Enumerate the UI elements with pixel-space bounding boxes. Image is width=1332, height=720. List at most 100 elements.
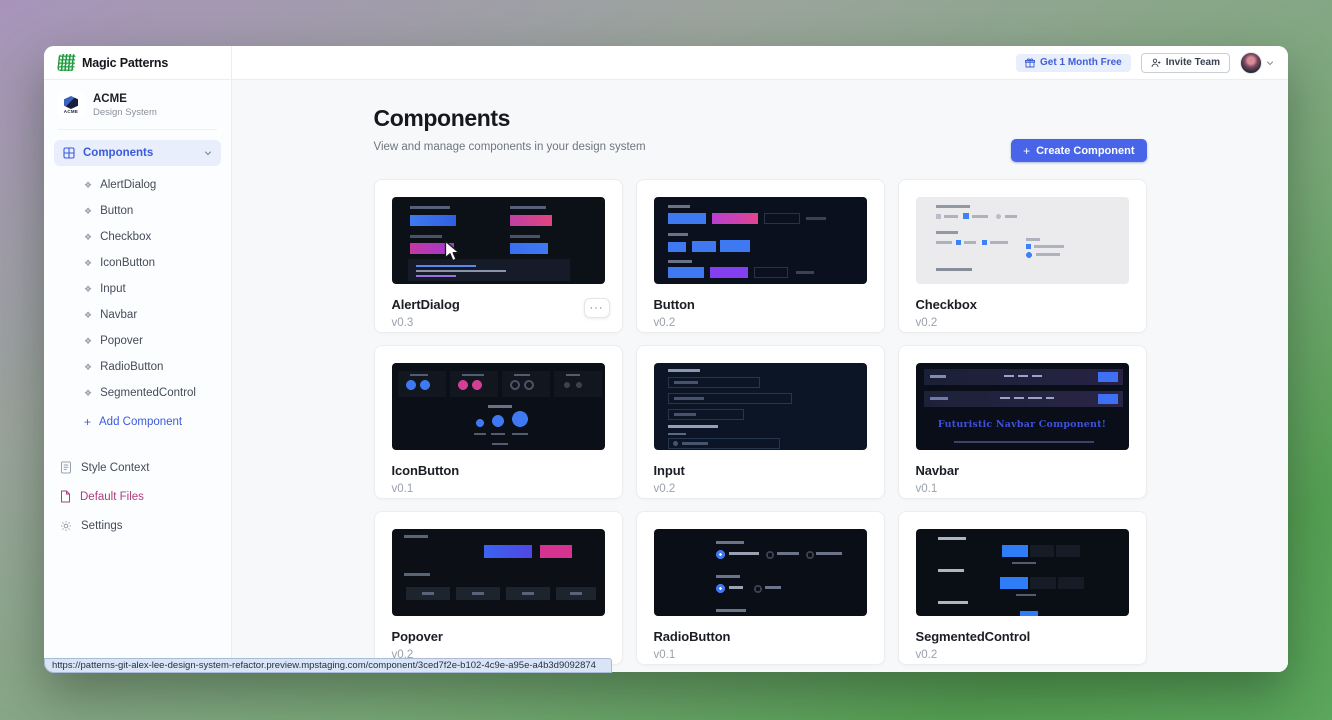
- popover-thumbnail: [392, 529, 605, 616]
- sidebar-item-style-context[interactable]: Style Context: [44, 453, 231, 482]
- invite-team-label: Invite Team: [1166, 57, 1220, 68]
- sidebar-item-segmentedcontrol[interactable]: ❖ SegmentedControl: [44, 380, 231, 406]
- sidebar-divider: [58, 129, 217, 130]
- sidebar-item-alertdialog[interactable]: ❖ AlertDialog: [44, 172, 231, 198]
- component-card-button[interactable]: Button v0.2: [636, 179, 885, 333]
- card-name: Input: [654, 463, 867, 478]
- file-icon: [60, 490, 71, 503]
- card-version: v0.2: [654, 317, 867, 329]
- card-version: v0.2: [916, 649, 1129, 661]
- input-thumbnail: [654, 363, 867, 450]
- gear-icon: [60, 520, 72, 532]
- sidebar-item-label: AlertDialog: [100, 179, 156, 191]
- sidebar-item-input[interactable]: ❖ Input: [44, 276, 231, 302]
- card-name: AlertDialog: [392, 297, 605, 312]
- get-month-free-label: Get 1 Month Free: [1040, 57, 1122, 68]
- component-icon: ❖: [84, 207, 92, 216]
- component-card-alertdialog[interactable]: AlertDialog v0.3 ···: [374, 179, 623, 333]
- card-overflow-menu-button[interactable]: ···: [584, 298, 610, 318]
- workspace-subtitle: Design System: [93, 107, 157, 118]
- button-thumbnail: [654, 197, 867, 284]
- chevron-down-icon: [1266, 59, 1274, 67]
- gift-icon: [1025, 58, 1035, 68]
- sidebar-item-label: Button: [100, 205, 133, 217]
- brand-name: Magic Patterns: [82, 56, 168, 70]
- card-name: Checkbox: [916, 297, 1129, 312]
- create-component-button[interactable]: + Create Component: [1011, 139, 1146, 162]
- acme-cube-icon: [64, 96, 78, 109]
- sidebar-item-components[interactable]: Components: [54, 140, 221, 166]
- component-card-radiobutton[interactable]: RadioButton v0.1: [636, 511, 885, 665]
- magic-patterns-logo-icon: [57, 54, 76, 71]
- sidebar-item-label: Checkbox: [100, 231, 151, 243]
- acme-logo-text: ACME: [64, 109, 78, 114]
- component-icon: ❖: [84, 181, 92, 190]
- sidebar-item-iconbutton[interactable]: ❖IconButton: [44, 250, 231, 276]
- sidebar-item-button[interactable]: ❖ Button: [44, 198, 231, 224]
- add-component-label: Add Component: [99, 416, 182, 428]
- workspace-name: ACME: [93, 93, 157, 105]
- sidebar-item-label: RadioButton: [100, 361, 163, 373]
- sidebar-item-default-files[interactable]: Default Files: [44, 482, 231, 511]
- component-icon: ❖: [84, 233, 92, 242]
- get-month-free-button[interactable]: Get 1 Month Free: [1016, 54, 1131, 72]
- card-name: Button: [654, 297, 867, 312]
- sidebar-item-label: Navbar: [100, 309, 137, 321]
- segmentedcontrol-thumbnail: [916, 529, 1129, 616]
- card-version: v0.1: [392, 483, 605, 495]
- person-plus-icon: [1151, 58, 1161, 68]
- component-icon: ❖: [84, 285, 92, 294]
- component-card-input[interactable]: Input v0.2: [636, 345, 885, 499]
- component-card-segmentedcontrol[interactable]: SegmentedControl v0.2: [898, 511, 1147, 665]
- avatar: [1240, 52, 1262, 74]
- component-card-popover[interactable]: Popover v0.2: [374, 511, 623, 665]
- sidebar-item-radiobutton[interactable]: ❖ RadioButton: [44, 354, 231, 380]
- main-content: Components View and manage components in…: [232, 80, 1288, 672]
- status-url-text: https://patterns-git-alex-lee-design-sys…: [52, 660, 596, 671]
- card-name: RadioButton: [654, 629, 867, 644]
- account-menu[interactable]: [1240, 52, 1274, 74]
- card-version: v0.1: [916, 483, 1129, 495]
- sidebar-components-label: Components: [83, 147, 153, 159]
- document-icon: [60, 461, 72, 474]
- components-grid: AlertDialog v0.3 ··· Button v0.2 Checkbo…: [374, 179, 1147, 665]
- sidebar-item-label: Popover: [100, 335, 143, 347]
- add-component-button[interactable]: + Add Component: [44, 409, 231, 435]
- iconbutton-thumbnail: [392, 363, 605, 450]
- create-component-label: Create Component: [1036, 145, 1134, 157]
- page-title: Components: [374, 105, 1147, 132]
- component-icon: ❖: [84, 389, 92, 398]
- component-icon: ❖: [84, 337, 92, 346]
- top-header: Magic Patterns Get 1 Month Free Invite T…: [44, 46, 1288, 80]
- component-icon: ❖: [84, 311, 92, 320]
- grid-icon: [63, 147, 75, 159]
- sidebar-item-navbar[interactable]: ❖ Navbar: [44, 302, 231, 328]
- header-actions: Get 1 Month Free Invite Team: [1016, 52, 1288, 74]
- checkbox-thumbnail: [916, 197, 1129, 284]
- overflow-icon: ···: [590, 302, 604, 314]
- navbar-thumbnail-text: Futuristic Navbar Component!: [916, 419, 1129, 430]
- card-name: Navbar: [916, 463, 1129, 478]
- acme-logo: ACME: [58, 92, 84, 118]
- card-version: v0.2: [916, 317, 1129, 329]
- component-card-checkbox[interactable]: Checkbox v0.2: [898, 179, 1147, 333]
- sidebar-item-settings[interactable]: Settings: [44, 511, 231, 540]
- settings-label: Settings: [81, 520, 123, 532]
- radiobutton-thumbnail: [654, 529, 867, 616]
- invite-team-button[interactable]: Invite Team: [1141, 53, 1230, 73]
- component-card-iconbutton[interactable]: IconButton v0.1: [374, 345, 623, 499]
- card-version: v0.3: [392, 317, 605, 329]
- sidebar-item-checkbox[interactable]: ❖ Checkbox: [44, 224, 231, 250]
- component-card-navbar[interactable]: Futuristic Navbar Component! Navbar v0.1: [898, 345, 1147, 499]
- plus-icon: +: [84, 416, 91, 428]
- status-url-bar: https://patterns-git-alex-lee-design-sys…: [44, 658, 612, 673]
- workspace-switcher[interactable]: ACME ACME Design System: [44, 80, 231, 129]
- navbar-thumbnail: Futuristic Navbar Component!: [916, 363, 1129, 450]
- sidebar: ACME ACME Design System Components ❖ Aler…: [44, 80, 232, 672]
- component-icon: ❖: [84, 363, 92, 372]
- sidebar-item-popover[interactable]: ❖ Popover: [44, 328, 231, 354]
- sidebar-item-label: Input: [100, 283, 126, 295]
- brand[interactable]: Magic Patterns: [44, 46, 232, 79]
- sidebar-item-label: SegmentedControl: [100, 387, 196, 399]
- card-name: IconButton: [392, 463, 605, 478]
